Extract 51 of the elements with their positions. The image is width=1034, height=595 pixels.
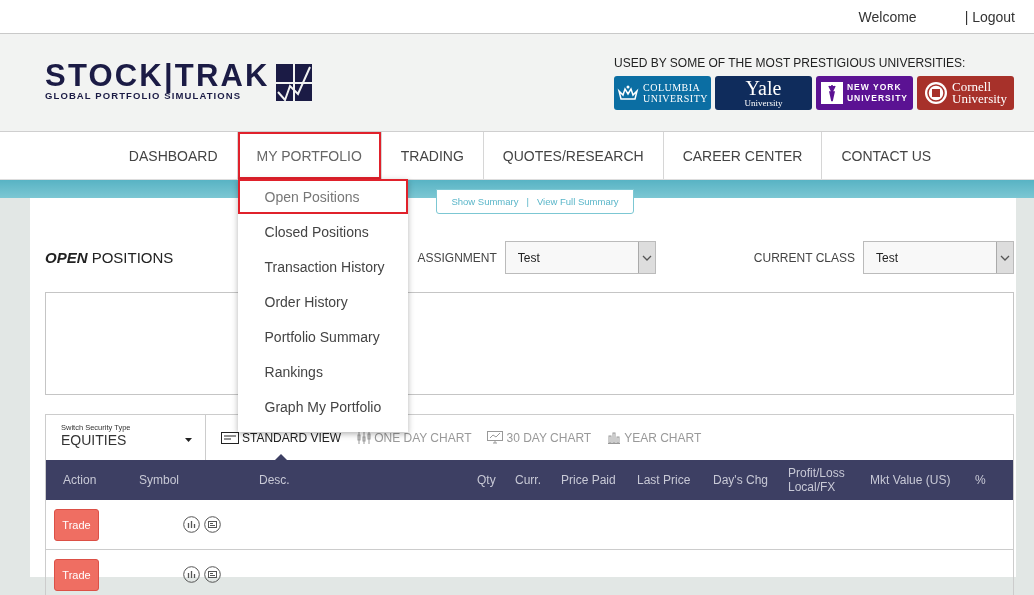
nav-tab[interactable]: TRADING [381,132,483,179]
column-header: Symbol [139,473,180,487]
filter-label: CURRENT CLASS [753,250,855,265]
nav-tab[interactable]: DASHBOARD [109,132,237,179]
menu-item[interactable]: Open Positions [237,179,408,214]
nav-tab[interactable]: MY PORTFOLIO [237,132,381,179]
menu-item[interactable]: Order History [237,284,408,319]
link-separator: | [526,196,529,207]
column-header: Day's Chg [713,473,769,487]
nav-tab[interactable]: CONTACT US [822,132,951,179]
universities-caption: USED BY SOME OF THE MOST PRESTIGIOUS UNIVERSITIES: [614,56,967,70]
column-header: Desc. [259,473,291,487]
bar-chart-icon [607,431,622,444]
news-circle-icon[interactable] [204,516,221,533]
card-icon [221,431,239,444]
select-field[interactable]: Test [863,241,1014,274]
menu-item[interactable]: Closed Positions [237,214,408,249]
crown-icon [617,85,639,101]
university-name: Cornell University [952,81,1007,105]
welcome-text: Welcome [858,8,917,25]
column-header: Profit/Loss Local/FX [788,466,846,494]
nav-tab[interactable]: QUOTES/RESEARCH [483,132,663,179]
monitor-chart-icon [487,431,504,444]
column-header: Action [63,473,98,487]
column-header: Curr. [515,473,542,487]
chart-circle-icon[interactable] [183,516,200,533]
column-header: Mkt Value (US) [870,473,952,487]
column-header: Qty [477,473,497,487]
nav-tab[interactable]: CAREER CENTER [663,132,822,179]
university-name: Yale University [743,78,784,108]
column-header: Last Price [637,473,692,487]
seal-icon [924,81,949,105]
news-circle-icon[interactable] [204,566,221,583]
chevron-down-icon [641,254,652,261]
select-field[interactable]: Test [504,241,656,274]
filter-label: ASSIGNMENT [417,250,497,265]
column-header: Price Paid [561,473,617,487]
university-name: NEW YORK UNIVERSITY [847,82,908,104]
caret-icon [185,438,192,442]
torch-icon [821,82,843,104]
menu-item[interactable]: Rankings [237,354,408,389]
chevron-down-icon [1000,254,1010,261]
menu-item[interactable]: Portfolio Summary [237,319,408,354]
university-name: COLUMBIA UNIVERSITY [643,82,708,104]
column-header: % [975,473,987,487]
menu-item[interactable]: Transaction History [237,249,408,284]
logout-link[interactable]: | Logout [964,8,1015,25]
chart-circle-icon[interactable] [183,566,200,583]
page-title: OPEN POSITIONS [45,249,174,266]
candlestick-icon [357,431,372,444]
logo-mark-icon [275,64,312,101]
